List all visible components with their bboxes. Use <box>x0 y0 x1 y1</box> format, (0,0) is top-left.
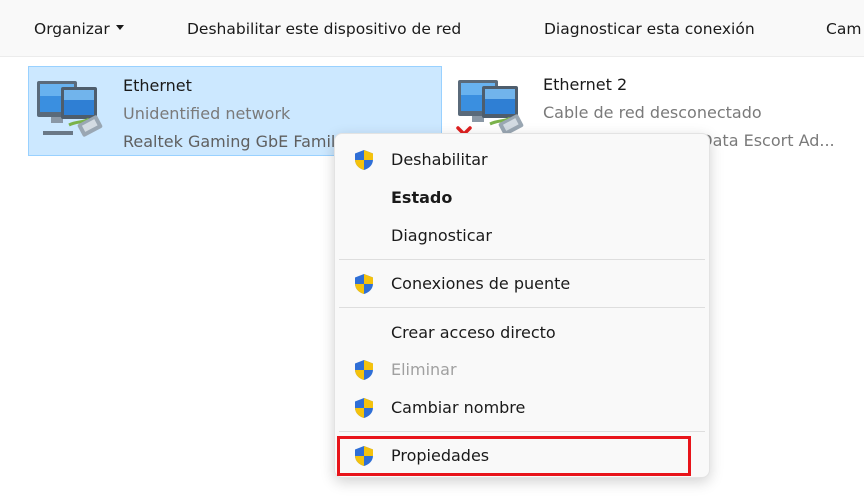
adapter-status: Cable de red desconectado <box>543 103 762 122</box>
organize-label: Organizar <box>34 20 110 38</box>
adapter-device: Realtek Gaming GbE Family C <box>123 132 362 151</box>
menu-item-label: Propiedades <box>391 446 490 465</box>
change-settings-button[interactable]: Cam <box>826 17 861 41</box>
adapter-name: Ethernet 2 <box>543 75 628 94</box>
context-menu: Deshabilitar Estado Diagnosticar Conexio… <box>334 133 710 478</box>
menu-item-estado[interactable]: Estado <box>339 180 705 216</box>
uac-shield-icon <box>355 446 373 466</box>
diagnose-connection-button[interactable]: Diagnosticar esta conexión <box>544 17 755 41</box>
menu-item-label: Crear acceso directo <box>391 323 556 342</box>
network-adapter-disconnected-icon <box>456 80 524 142</box>
command-bar: Organizar Deshabilitar este dispositivo … <box>0 0 864 57</box>
menu-item-label: Cambiar nombre <box>391 398 526 417</box>
menu-item-cambiar-nombre[interactable]: Cambiar nombre <box>339 390 705 426</box>
network-adapter-icon <box>37 81 103 137</box>
menu-item-propiedades[interactable]: Propiedades <box>337 436 705 476</box>
menu-separator <box>339 307 705 308</box>
menu-item-label: Deshabilitar <box>391 150 488 169</box>
adapter-ethernet-text: Ethernet Unidentified network Realtek Ga… <box>123 72 361 156</box>
uac-shield-icon <box>355 274 373 294</box>
adapter-name: Ethernet <box>123 76 192 95</box>
menu-item-label: Eliminar <box>391 360 457 379</box>
uac-shield-icon <box>355 150 373 170</box>
uac-shield-icon <box>355 398 373 418</box>
caret-down-icon <box>115 25 124 30</box>
menu-item-label: Conexiones de puente <box>391 274 571 293</box>
disable-device-button[interactable]: Deshabilitar este dispositivo de red <box>187 17 461 41</box>
menu-item-label: Diagnosticar <box>391 226 492 245</box>
uac-shield-icon <box>355 360 373 380</box>
menu-item-conexiones-de-puente[interactable]: Conexiones de puente <box>339 266 705 302</box>
adapter-status: Unidentified network <box>123 104 291 123</box>
menu-item-diagnosticar[interactable]: Diagnosticar <box>339 218 705 254</box>
menu-item-crear-acceso-directo[interactable]: Crear acceso directo <box>339 315 705 351</box>
menu-item-label: Estado <box>391 188 453 207</box>
menu-item-eliminar: Eliminar <box>339 352 705 388</box>
menu-separator <box>339 259 705 260</box>
organize-menu-button[interactable]: Organizar <box>34 17 124 41</box>
menu-item-deshabilitar[interactable]: Deshabilitar <box>339 142 705 178</box>
menu-separator <box>339 431 705 432</box>
